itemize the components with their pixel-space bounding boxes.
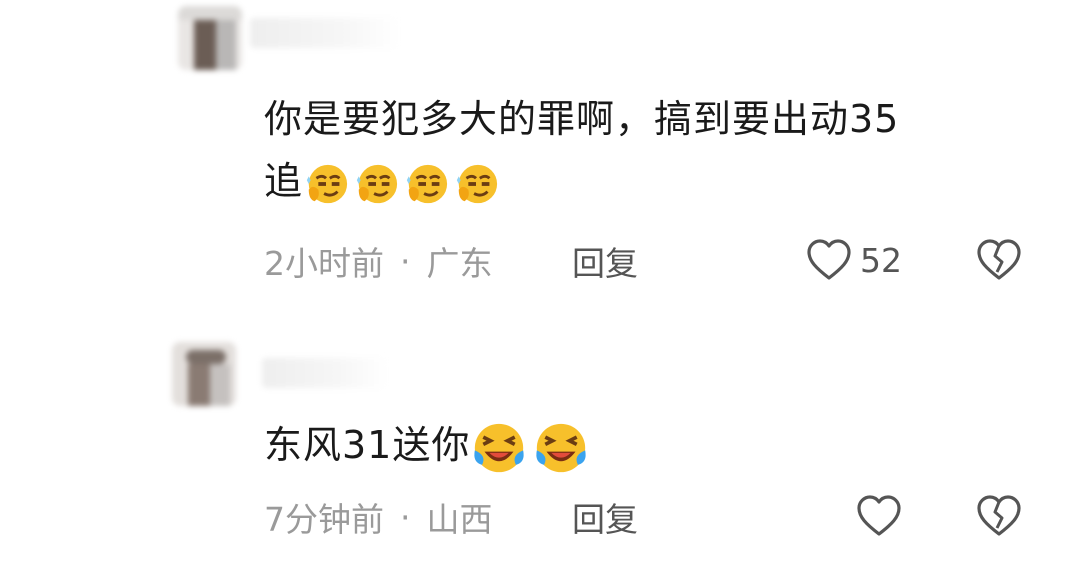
comment-time: 7分钟前 — [264, 500, 384, 539]
avatar[interactable] — [178, 6, 242, 70]
comment-item: 东风31送你 7分钟前 · 山西 回复 — [0, 300, 1080, 561]
username[interactable] — [262, 358, 388, 388]
meta-separator: · — [400, 241, 411, 281]
username[interactable] — [250, 18, 400, 48]
smirk-emoji-icon — [406, 164, 448, 203]
comment-meta: 7分钟前 · 山西 — [264, 492, 493, 542]
laugh-cry-emoji-icon — [474, 423, 525, 472]
comment-time: 2小时前 — [264, 244, 384, 283]
comment-item: 你是要犯多大的罪啊，搞到要出动35 追 2小时前 · 广东 回复 52 — [0, 0, 1080, 300]
comment-meta: 2小时前 · 广东 — [264, 236, 493, 286]
comment-text-line: 追 — [264, 150, 899, 212]
heart-icon[interactable] — [856, 494, 902, 538]
broken-heart-icon[interactable] — [976, 238, 1022, 282]
broken-heart-icon[interactable] — [976, 494, 1022, 538]
comment-text: 东风31送你 — [264, 414, 590, 477]
smirk-emoji-icon — [306, 164, 348, 203]
meta-separator: · — [400, 497, 411, 537]
like-button[interactable]: 52 — [806, 238, 902, 282]
smirk-emoji-icon — [356, 164, 398, 203]
comment-text-line: 你是要犯多大的罪啊，搞到要出动35 — [264, 97, 900, 141]
laugh-cry-emoji-icon — [536, 423, 587, 472]
comment-location: 广东 — [426, 244, 493, 283]
like-count: 52 — [860, 240, 902, 280]
heart-icon — [807, 239, 851, 280]
avatar[interactable] — [172, 342, 236, 406]
reply-button[interactable]: 回复 — [572, 492, 638, 542]
reply-button[interactable]: 回复 — [572, 236, 638, 286]
comment-text: 你是要犯多大的罪啊，搞到要出动35 追 — [264, 88, 899, 212]
comment-location: 山西 — [426, 500, 493, 539]
smirk-emoji-icon — [456, 164, 498, 203]
